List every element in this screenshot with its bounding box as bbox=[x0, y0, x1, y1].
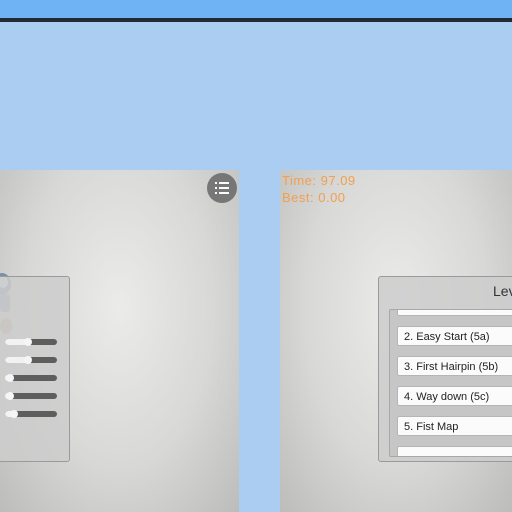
slider-3[interactable] bbox=[5, 374, 57, 382]
level-item[interactable]: 5. Fist Map bbox=[397, 416, 512, 436]
left-game-view[interactable] bbox=[0, 170, 239, 512]
level-list[interactable]: 2. Easy Start (5a) 3. First Hairpin (5b)… bbox=[389, 309, 512, 457]
right-game-view[interactable]: Time: 97.09 Best: 0.00 Lev 2. Easy Start… bbox=[280, 170, 512, 512]
best-time-display: Best: 0.00 bbox=[282, 190, 346, 205]
slider-knob[interactable] bbox=[24, 338, 33, 346]
top-bar bbox=[0, 0, 512, 18]
slider-5[interactable] bbox=[5, 410, 57, 418]
slider-knob[interactable] bbox=[24, 356, 33, 364]
slider-4[interactable] bbox=[5, 392, 57, 400]
level-item[interactable] bbox=[397, 310, 512, 316]
list-icon bbox=[215, 182, 229, 194]
slider-1[interactable] bbox=[5, 338, 57, 346]
slider-knob[interactable] bbox=[6, 392, 15, 400]
settings-panel bbox=[0, 276, 70, 462]
level-item[interactable] bbox=[397, 446, 512, 456]
menu-button[interactable] bbox=[207, 173, 237, 203]
level-item[interactable]: 2. Easy Start (5a) bbox=[397, 326, 512, 346]
slider-2[interactable] bbox=[5, 356, 57, 364]
level-select-title: Lev bbox=[493, 283, 512, 299]
slider-knob[interactable] bbox=[10, 410, 19, 418]
top-bar-border bbox=[0, 18, 512, 22]
level-item[interactable]: 4. Way down (5c) bbox=[397, 386, 512, 406]
slider-knob[interactable] bbox=[6, 374, 15, 382]
level-select-panel: Lev 2. Easy Start (5a) 3. First Hairpin … bbox=[378, 276, 512, 462]
level-item[interactable]: 3. First Hairpin (5b) bbox=[397, 356, 512, 376]
time-display: Time: 97.09 bbox=[282, 173, 356, 188]
